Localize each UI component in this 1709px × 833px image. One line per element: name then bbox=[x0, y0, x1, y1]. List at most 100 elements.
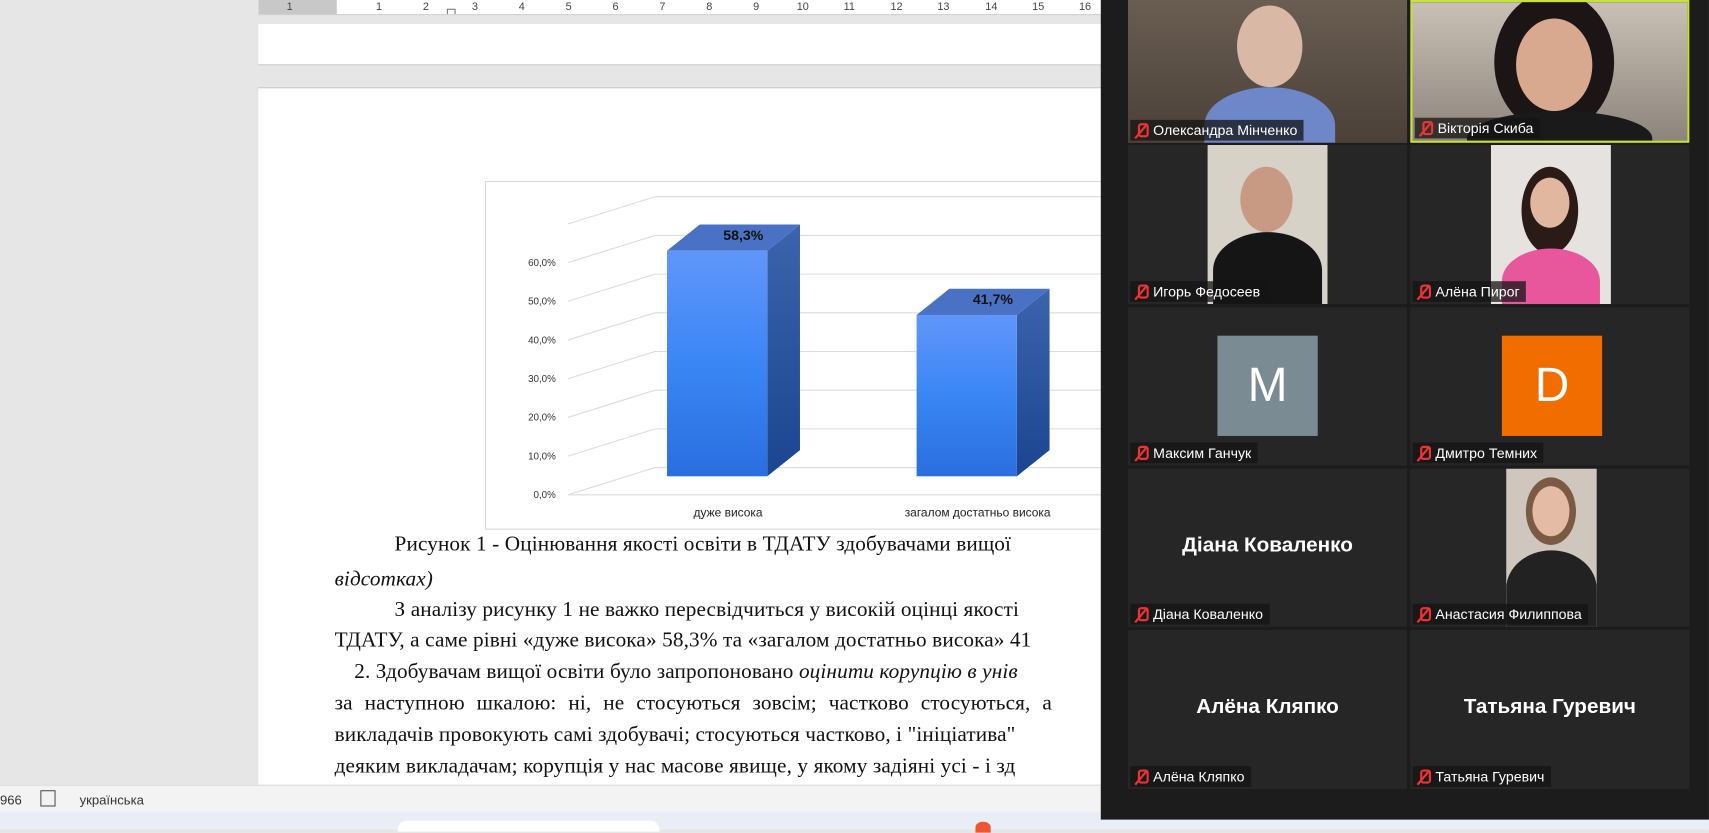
ruler-tick: 3 bbox=[471, 1, 478, 14]
participant-name: Алёна Пирог bbox=[1435, 283, 1520, 300]
bar bbox=[667, 250, 768, 477]
data-label: 58,3% bbox=[723, 228, 764, 244]
bar-side bbox=[1016, 288, 1050, 477]
paragraph-line: викладачів провокують самі здобувачі; ст… bbox=[334, 723, 1016, 747]
taskbar-search[interactable] bbox=[397, 820, 660, 832]
chart[interactable]: 0,0% 10,0% 20,0% 30,0% 40,0% 50,0% 60,0% 58,3% д… bbox=[485, 180, 1131, 530]
ruler-tick: 16 bbox=[1079, 1, 1092, 14]
ruler-tick: 13 bbox=[937, 1, 950, 14]
figure-caption: Рисунок 1 - Оцінювання якості освіти в Т… bbox=[394, 532, 1012, 556]
participant-tile[interactable]: Олександра Мінченко bbox=[1128, 0, 1408, 143]
participant-name: Олександра Мінченко bbox=[1153, 122, 1298, 139]
paragraph-line: 2. Здобувачам вищої освіти було запропон… bbox=[354, 660, 1017, 684]
data-label: 41,7% bbox=[973, 292, 1014, 308]
gridline-side bbox=[567, 428, 656, 457]
participant-name: Алёна Кляпко bbox=[1153, 768, 1245, 785]
participant-name: Игорь Федосеев bbox=[1153, 283, 1261, 300]
proofing-icon[interactable] bbox=[40, 790, 56, 807]
muted-mic-icon bbox=[1135, 445, 1149, 460]
participant-name: Максим Ганчук bbox=[1153, 444, 1252, 462]
muted-mic-icon bbox=[1417, 768, 1432, 784]
participant-name-label: Вікторія Скиба bbox=[1414, 117, 1540, 139]
participant-name: Татьяна Гуревич bbox=[1435, 768, 1545, 785]
gridline-side bbox=[567, 234, 656, 264]
ruler-tick: 14 bbox=[985, 1, 998, 14]
participant-tile[interactable]: M Максим Ганчук bbox=[1128, 307, 1408, 466]
muted-mic-icon bbox=[1135, 283, 1149, 299]
figure-caption-continued: відсотках) bbox=[334, 567, 434, 591]
participant-tile[interactable]: Алёна Пирог bbox=[1410, 144, 1690, 305]
muted-mic-icon bbox=[1417, 283, 1432, 299]
category-label: дуже висока bbox=[694, 506, 763, 520]
ruler-margin bbox=[258, 0, 337, 15]
gridline-side bbox=[567, 196, 656, 225]
taskbar-app-icon[interactable] bbox=[975, 821, 991, 833]
y-tick-label: 20,0% bbox=[528, 413, 556, 424]
ruler-tick: 1 bbox=[376, 1, 383, 14]
participant-avatar: D bbox=[1501, 335, 1603, 436]
gridline-side bbox=[567, 350, 656, 380]
chart-svg: 0,0% 10,0% 20,0% 30,0% 40,0% 50,0% 60,0% 58,3% д… bbox=[528, 196, 1131, 520]
participant-tile[interactable]: Игорь Федосеев bbox=[1128, 144, 1408, 305]
paragraph-line: ТДАТУ, а саме рівні «дуже висока» 58,3% … bbox=[334, 628, 1032, 652]
ruler-tick: 1 bbox=[286, 1, 293, 14]
participant-name: Діана Коваленко bbox=[1153, 605, 1263, 623]
paragraph-line: деяким викладачам; корупція у нас масове… bbox=[334, 755, 1016, 779]
participant-name: Дмитро Темних bbox=[1435, 444, 1538, 462]
participant-name-label: Алёна Пирог bbox=[1412, 281, 1527, 302]
ruler-tick: 5 bbox=[565, 1, 572, 14]
participant-tile[interactable]: Татьяна Гуревич Татьяна Гуревич bbox=[1410, 629, 1690, 790]
muted-mic-icon bbox=[1135, 122, 1149, 138]
participant-name: Анастасия Филиппова bbox=[1435, 605, 1582, 623]
word-count[interactable]: 966 bbox=[0, 792, 22, 807]
gridline-side bbox=[567, 389, 656, 418]
muted-mic-icon bbox=[1135, 606, 1149, 622]
gridline-side bbox=[567, 273, 656, 302]
y-tick-label: 0,0% bbox=[534, 490, 557, 501]
participant-avatar: M bbox=[1217, 335, 1318, 436]
muted-mic-icon bbox=[1417, 606, 1432, 622]
ruler-tick: 9 bbox=[753, 1, 760, 14]
participant-tile[interactable]: Діана Коваленко Діана Коваленко bbox=[1128, 468, 1408, 627]
participant-display-name: Алёна Кляпко bbox=[1196, 695, 1339, 719]
document-page[interactable]: 0,0% 10,0% 20,0% 30,0% 40,0% 50,0% 60,0% 58,3% д… bbox=[258, 87, 1131, 785]
category-label: загалом достатньо висока bbox=[905, 506, 1051, 520]
ruler-tick: 2 bbox=[422, 1, 429, 14]
participant-name-label: Дмитро Темних bbox=[1412, 442, 1544, 464]
ruler-tick: 7 bbox=[659, 1, 666, 14]
participant-tile[interactable]: D Дмитро Темних bbox=[1410, 307, 1690, 466]
language-indicator[interactable]: українська bbox=[80, 792, 144, 807]
participant-name-label: Діана Коваленко bbox=[1130, 603, 1270, 625]
status-bar: 966 українська bbox=[0, 784, 1101, 812]
ruler-tick: 10 bbox=[796, 1, 809, 14]
ruler-tick: 12 bbox=[890, 1, 903, 14]
zoom-gallery-panel: Олександра Мінченко Вікторія Скиба Игорь… bbox=[1100, 0, 1709, 820]
gridline-side bbox=[567, 312, 656, 341]
ruler-tick: 11 bbox=[843, 1, 855, 14]
y-tick-label: 40,0% bbox=[528, 335, 556, 346]
paragraph-line: З аналізу рисунку 1 не важко пересвідчит… bbox=[394, 598, 1020, 622]
participant-display-name: Діана Коваленко bbox=[1182, 534, 1353, 557]
participant-name-label: Алёна Кляпко bbox=[1130, 766, 1252, 787]
participant-name-label: Игорь Федосеев bbox=[1130, 281, 1267, 302]
ruler-tick: 4 bbox=[518, 1, 525, 14]
y-tick-label: 60,0% bbox=[528, 258, 556, 269]
participant-name-label: Максим Ганчук bbox=[1130, 442, 1258, 464]
y-tick-label: 10,0% bbox=[528, 451, 556, 462]
paragraph-line: за наступною шкалою: ні, не стосуються з… bbox=[334, 692, 1052, 715]
gridline-side bbox=[567, 467, 656, 496]
ruler-tick: 6 bbox=[612, 1, 619, 14]
y-tick-label: 30,0% bbox=[528, 374, 556, 385]
participant-name: Вікторія Скиба bbox=[1437, 119, 1534, 137]
document-page bbox=[258, 23, 1131, 66]
muted-mic-icon bbox=[1135, 768, 1149, 784]
participant-tile[interactable]: Алёна Кляпко Алёна Кляпко bbox=[1128, 629, 1408, 790]
horizontal-ruler[interactable]: 1 1 2 3 4 5 6 7 8 9 10 11 12 13 14 15 16 bbox=[258, 0, 1131, 16]
participant-name-label: Олександра Мінченко bbox=[1130, 119, 1304, 141]
muted-mic-icon bbox=[1417, 445, 1432, 460]
indent-marker[interactable] bbox=[446, 8, 456, 15]
participant-tile-active-speaker[interactable]: Вікторія Скиба bbox=[1410, 0, 1690, 143]
ruler-tick: 15 bbox=[1032, 1, 1045, 14]
bar-side bbox=[767, 224, 800, 477]
participant-tile[interactable]: Анастасия Филиппова bbox=[1410, 468, 1690, 627]
